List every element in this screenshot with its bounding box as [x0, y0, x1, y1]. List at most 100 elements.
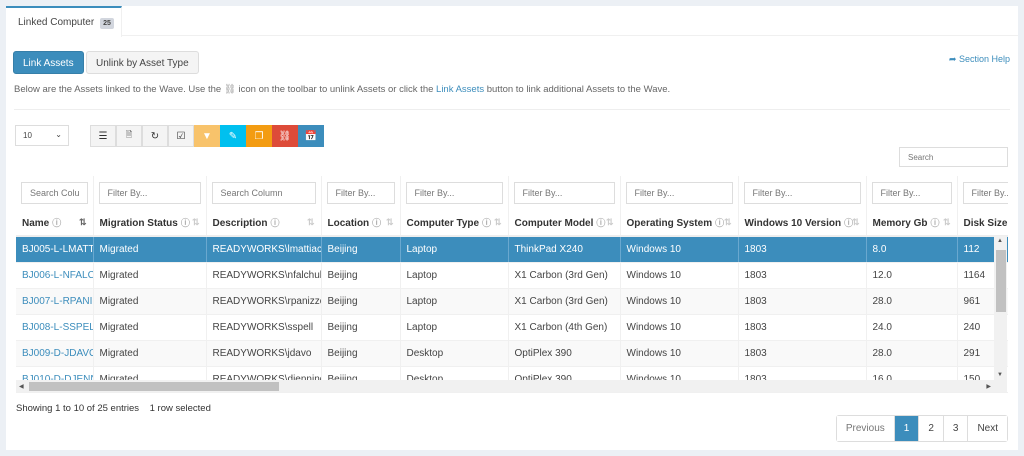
vertical-scroll-thumb[interactable] [996, 250, 1006, 312]
filter-cell: Search Column [206, 176, 322, 210]
export-excel-button[interactable]: 🗎 [116, 125, 142, 147]
column-header[interactable]: Computer Type ⓘ ⇅ [400, 210, 509, 237]
previous-page-button[interactable]: Previous [836, 416, 895, 441]
showing-entries: Showing 1 to 10 of 25 entries [16, 403, 140, 414]
refresh-button[interactable]: ↻ [142, 125, 168, 147]
page-1-button[interactable]: 1 [894, 416, 920, 441]
sort-icon[interactable]: ⇅ [724, 217, 732, 228]
next-page-button[interactable]: Next [968, 416, 1007, 441]
section-help-link[interactable]: ➦ Section Help [949, 54, 1010, 65]
info-icon[interactable]: ⓘ [181, 218, 190, 228]
table-row[interactable]: BJ006-L-NFALC Migrated READYWORKS\nfalchuk… [16, 262, 1008, 289]
column-filter-input[interactable]: Filter By... [405, 182, 503, 204]
link-assets-button[interactable]: Link Assets [13, 51, 84, 74]
vertical-scrollbar[interactable]: ▲ ▼ [994, 236, 1007, 380]
column-filter-input[interactable]: Filter By... [743, 182, 861, 204]
unlink-icon: ⛓ [278, 130, 292, 142]
info-icon[interactable]: ⓘ [52, 218, 61, 228]
table-info: Showing 1 to 10 of 25 entries 1 row sele… [16, 403, 211, 414]
sort-icon[interactable]: ⇅ [192, 217, 200, 228]
column-header[interactable]: Disk Size Gbⓘ⇅ [957, 210, 1008, 237]
checkbox-icon: ☑ [176, 130, 186, 142]
asset-name-link[interactable]: BJ006-L-NFALC [16, 262, 94, 289]
column-filter-input[interactable]: Filter By... [513, 182, 615, 204]
column-filter-placeholder: Filter By... [880, 188, 921, 198]
table-cell: READYWORKS\rpanizzon [206, 288, 322, 315]
info-icon[interactable]: ⓘ [271, 218, 280, 228]
asset-name-link[interactable]: BJ008-L-SSPEL [16, 314, 94, 341]
header-row: Name ⓘ ⇅ Migration Status ⓘ ⇅ Description ⓘ ⇅ Loc… [16, 210, 1008, 237]
column-filter-input[interactable]: Filter By... [625, 182, 733, 204]
link-assets-inline-link[interactable]: Link Assets [436, 84, 484, 95]
unlink-button[interactable]: ⛓ [272, 125, 298, 147]
column-filter-input[interactable]: Search Colu [21, 182, 88, 204]
column-header[interactable]: Computer Model ⓘ ⇅ [508, 210, 621, 237]
copy-button[interactable]: ❐ [246, 125, 272, 147]
filter-cell: Filter By... [738, 176, 867, 210]
sort-icon[interactable]: ⇅ [494, 217, 502, 228]
info-icon[interactable]: ⓘ [715, 218, 724, 228]
page-2-button[interactable]: 2 [919, 416, 944, 441]
column-filter-placeholder: Search Column [220, 188, 283, 198]
asset-name-link[interactable]: BJ007-L-RPANI [16, 288, 94, 315]
column-header[interactable]: Memory Gb ⓘ ⇅ [866, 210, 958, 237]
sort-icon[interactable]: ⇅ [606, 217, 614, 228]
horizontal-scroll-thumb[interactable] [29, 382, 279, 391]
search-input[interactable] [899, 147, 1008, 167]
column-filter-placeholder: Filter By... [634, 188, 675, 198]
info-icon[interactable]: ⓘ [372, 218, 381, 228]
table-cell: Migrated [93, 288, 207, 315]
filter-cell: Filter By... [508, 176, 621, 210]
column-filter-placeholder: Search Colu [30, 188, 80, 198]
column-label: Name [22, 218, 50, 229]
description-text: Below are the Assets linked to the Wave.… [14, 84, 670, 95]
table-cell: Windows 10 [620, 314, 739, 341]
asset-name-link[interactable]: BJ005-L-LMATT [16, 236, 94, 263]
column-header[interactable]: Description ⓘ ⇅ [206, 210, 322, 237]
filter-cell: Filter By... [957, 176, 1008, 210]
column-header[interactable]: Windows 10 Version ⓘ ⇅ [738, 210, 867, 237]
sort-icon[interactable]: ⇅ [852, 217, 860, 228]
column-filter-input[interactable]: Search Column [211, 182, 316, 204]
column-label: Migration Status [99, 218, 178, 229]
column-filter-placeholder: Filter By... [414, 188, 455, 198]
info-icon[interactable]: ⓘ [596, 218, 605, 228]
info-icon[interactable]: ⓘ [482, 218, 491, 228]
edit-button[interactable]: ✎ [220, 125, 246, 147]
page-3-button[interactable]: 3 [943, 416, 969, 441]
asset-name-link[interactable]: BJ009-D-JDAVO [16, 340, 94, 367]
tab-linked-computer[interactable]: Linked Computer 25 [6, 6, 122, 37]
filter-cell: Filter By... [866, 176, 958, 210]
sort-icon[interactable]: ⇅ [943, 217, 951, 228]
table-cell: Laptop [400, 236, 509, 263]
sort-asc-icon[interactable]: ⇅ [79, 217, 87, 228]
filter-button[interactable]: ▼ [194, 125, 220, 147]
unlink-by-asset-type-button[interactable]: Unlink by Asset Type [86, 51, 199, 74]
filter-cell: Search Colu [16, 176, 94, 210]
column-filter-input[interactable]: Filter By... [98, 182, 201, 204]
chevron-down-icon: ⌄ [55, 130, 62, 139]
table-cell: 1803 [738, 236, 867, 263]
column-filter-input[interactable]: Filter By... [326, 182, 395, 204]
calendar-icon: 📅 [304, 130, 318, 142]
table-row[interactable]: BJ009-D-JDAVO Migrated READYWORKS\jdavo Bei… [16, 340, 1008, 367]
column-filter-input[interactable]: Filter By... [962, 182, 1008, 204]
list-icon: ☰ [98, 130, 108, 142]
info-icon[interactable]: ⓘ [931, 218, 940, 228]
column-filter-input[interactable]: Filter By... [871, 182, 952, 204]
table-cell: OptiPlex 390 [508, 340, 621, 367]
sort-icon[interactable]: ⇅ [386, 217, 394, 228]
column-header[interactable]: Migration Status ⓘ ⇅ [93, 210, 207, 237]
sort-icon[interactable]: ⇅ [307, 217, 315, 228]
column-header[interactable]: Location ⓘ ⇅ [321, 210, 401, 237]
table-row[interactable]: BJ007-L-RPANI Migrated READYWORKS\rpanizzo… [16, 288, 1008, 315]
column-header[interactable]: Operating System ⓘ ⇅ [620, 210, 739, 237]
column-header[interactable]: Name ⓘ ⇅ [16, 210, 94, 237]
horizontal-scrollbar[interactable]: ◀ ▶ [16, 380, 1007, 392]
calendar-button[interactable]: 📅 [298, 125, 324, 147]
table-row[interactable]: BJ008-L-SSPEL Migrated READYWORKS\sspell Be… [16, 314, 1008, 341]
select-all-button[interactable]: ☑ [168, 125, 194, 147]
table-row[interactable]: BJ005-L-LMATT Migrated READYWORKS\lmattiac… [16, 236, 1008, 263]
column-list-button[interactable]: ☰ [90, 125, 116, 147]
page-length-select[interactable]: 10 ⌄ [15, 125, 69, 146]
